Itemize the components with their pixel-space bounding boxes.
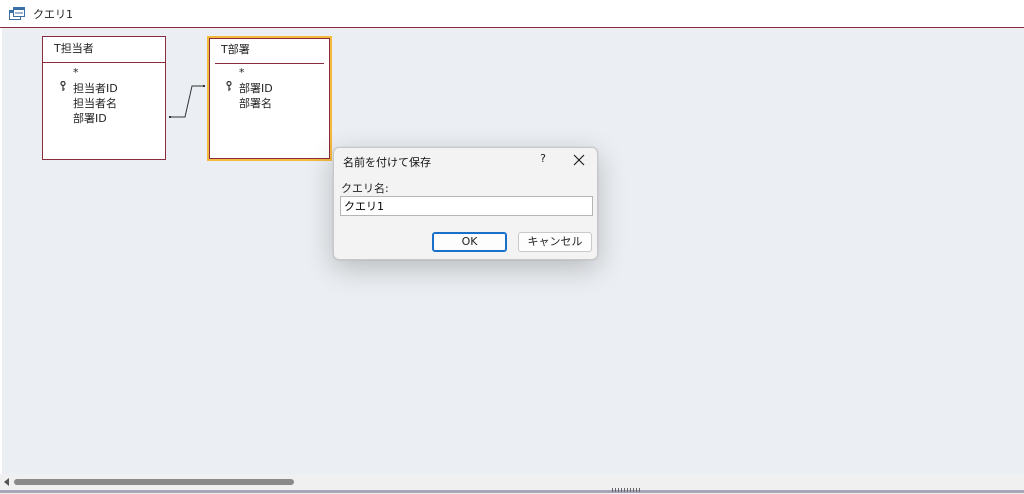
primary-key-icon [226, 81, 232, 91]
scroll-left-arrow-icon[interactable] [4, 478, 9, 486]
table-title[interactable]: T部署 [215, 38, 324, 64]
table-field-list-tanto[interactable]: T担当者 * 担当者ID 担当者名 部署ID [42, 36, 166, 160]
field-busho-name[interactable]: 部署名 [239, 95, 272, 111]
help-button[interactable]: ? [536, 151, 550, 167]
splitter-grip[interactable] [612, 488, 642, 492]
horizontal-scrollbar[interactable] [0, 474, 1024, 494]
close-icon[interactable] [571, 152, 587, 168]
save-as-dialog: 名前を付けて保存 ? クエリ名: OK キャンセル [333, 147, 598, 260]
field-tanto-name[interactable]: 担当者名 [73, 95, 117, 111]
dialog-title: 名前を付けて保存 [343, 156, 431, 169]
document-title[interactable]: クエリ1 [33, 6, 73, 22]
query-name-input[interactable] [340, 196, 593, 216]
query-icon [9, 7, 25, 20]
table-title[interactable]: T担当者 [43, 37, 165, 63]
primary-key-icon [60, 81, 66, 91]
ok-button[interactable]: OK [432, 232, 507, 252]
field-all[interactable]: * [239, 66, 245, 79]
field-busho-id[interactable]: 部署ID [73, 110, 107, 126]
table-field-list-busho[interactable]: T部署 * 部署ID 部署名 [207, 36, 332, 161]
field-busho-id[interactable]: 部署ID [239, 80, 273, 96]
document-tab-bar: クエリ1 [0, 0, 1024, 28]
query-name-label: クエリ名: [341, 182, 389, 195]
splitter-bar[interactable] [0, 490, 1024, 493]
scrollbar-thumb[interactable] [14, 479, 294, 485]
field-tanto-id[interactable]: 担当者ID [73, 80, 118, 96]
field-all[interactable]: * [73, 66, 79, 79]
cancel-button[interactable]: キャンセル [518, 232, 592, 252]
